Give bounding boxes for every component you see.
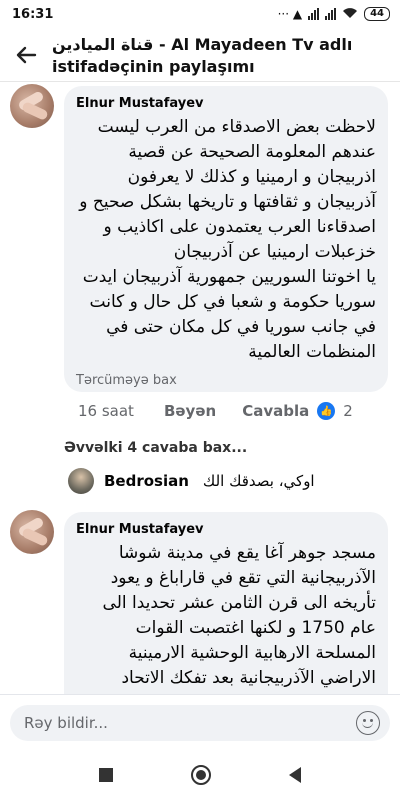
comment-placeholder: Rəy bildir...: [24, 714, 108, 732]
home-icon[interactable]: [191, 765, 211, 785]
comment-author[interactable]: Elnur Mustafayev: [76, 96, 376, 111]
like-button[interactable]: Bəyən: [164, 402, 216, 420]
like-count[interactable]: 2: [343, 402, 353, 420]
comment-bubble: Elnur Mustafayev مسجد جوهر آغا يقع في مد…: [64, 512, 388, 694]
reply-text: اوكي، بصدقك الك: [202, 472, 315, 490]
back-icon[interactable]: [289, 767, 301, 783]
comment-bubble: Elnur Mustafayev لاحظت بعض الاصدقاء من ا…: [64, 86, 388, 392]
comment-text: لاحظت بعض الاصدقاء من العرب ليست عندهم ا…: [79, 117, 376, 362]
back-arrow-icon[interactable]: [0, 28, 52, 82]
view-previous-replies-link[interactable]: Əvvəlki 4 cavaba bax...: [64, 440, 247, 456]
reply-button[interactable]: Cavabla: [242, 402, 309, 420]
app-header: قناة الميادين - Al Mayadeen Tv adlı isti…: [0, 28, 400, 82]
reply-author[interactable]: Bedrosian: [104, 472, 189, 490]
comments-feed[interactable]: Elnur Mustafayev لاحظت بعض الاصدقاء من ا…: [0, 82, 400, 694]
status-icons: ··· ▲ 44: [278, 7, 390, 22]
emoji-icon[interactable]: [356, 711, 380, 735]
wifi-icon: [342, 7, 358, 22]
recent-apps-icon[interactable]: [99, 768, 113, 782]
avatar[interactable]: [68, 468, 94, 494]
comment-bar: Rəy bildir...: [0, 694, 400, 750]
comment-time: 16 saat: [78, 402, 134, 420]
comment-text: مسجد جوهر آغا يقع في مدينة شوشا الآذربيج…: [102, 543, 376, 694]
status-time: 16:31: [12, 6, 54, 22]
reply-preview[interactable]: Bedrosian اوكي، بصدقك الك: [68, 468, 315, 494]
see-translation-link[interactable]: Tərcüməyə bax: [76, 373, 376, 388]
battery-icon: 44: [364, 7, 390, 21]
thumbs-up-icon: 👍: [317, 402, 336, 420]
comment-actions: 16 saat Bəyən Cavabla 👍 2: [78, 402, 353, 420]
avatar[interactable]: [10, 84, 54, 128]
page-title: قناة الميادين - Al Mayadeen Tv adlı isti…: [52, 35, 353, 76]
avatar[interactable]: [10, 510, 54, 554]
comment-input[interactable]: Rəy bildir...: [10, 705, 390, 741]
signal-icon: [308, 8, 320, 20]
signal-icon-2: [325, 8, 337, 20]
notification-icons: ··· ▲: [277, 7, 303, 21]
comment-author[interactable]: Elnur Mustafayev: [76, 522, 376, 537]
system-nav-bar: [0, 750, 400, 800]
status-bar: 16:31 ··· ▲ 44: [0, 0, 400, 28]
